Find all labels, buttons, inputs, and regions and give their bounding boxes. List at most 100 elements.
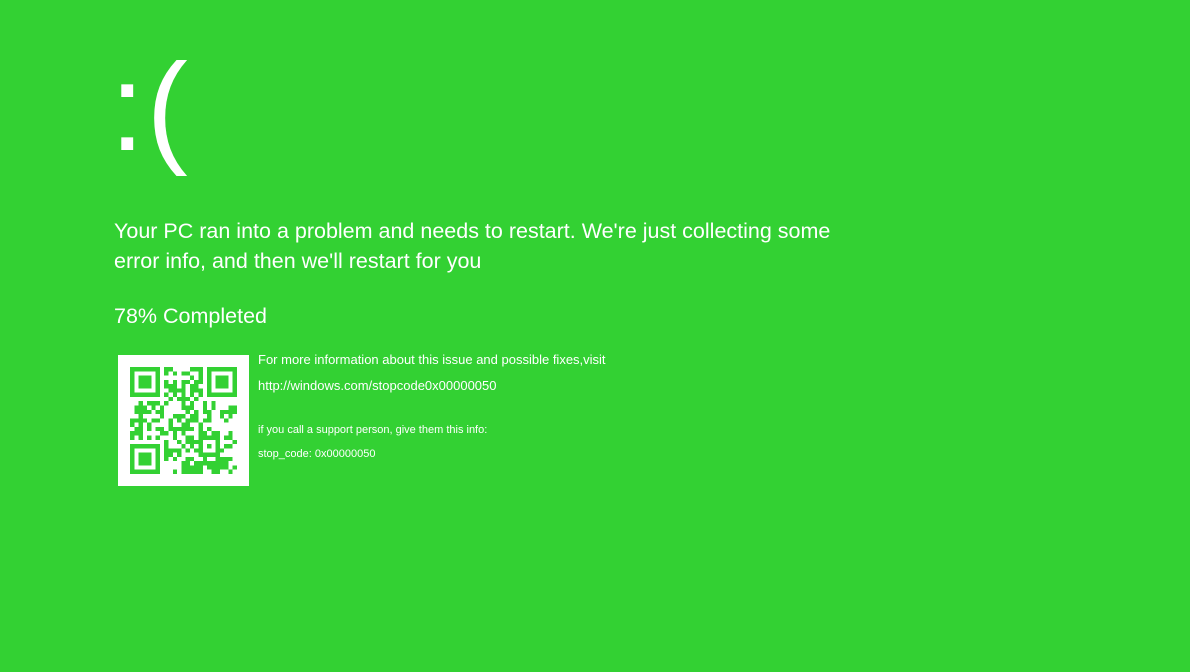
qr-module <box>151 401 156 406</box>
qr-module <box>164 444 169 449</box>
qr-module <box>232 371 237 376</box>
qr-module <box>130 456 135 462</box>
qr-module <box>177 396 182 402</box>
qr-module <box>151 444 156 449</box>
qr-module <box>172 435 178 440</box>
qr-module <box>181 379 186 385</box>
qr-module <box>138 418 143 423</box>
qr-module <box>138 384 143 389</box>
qr-module <box>155 456 160 462</box>
stop-code: stop_code: 0x00000050 <box>258 448 376 460</box>
qr-module <box>147 392 152 397</box>
qr-module <box>207 465 212 470</box>
qr-module <box>151 405 156 410</box>
qr-module <box>189 456 195 462</box>
qr-module <box>224 456 229 462</box>
qr-module <box>138 452 143 457</box>
qr-module <box>147 367 152 372</box>
qr-module <box>228 414 233 419</box>
qr-module <box>155 418 160 423</box>
qr-module <box>189 405 195 410</box>
qr-module <box>138 444 143 449</box>
qr-module <box>155 452 160 457</box>
qr-module <box>147 409 152 415</box>
qr-module <box>142 418 148 423</box>
qr-module <box>151 469 156 474</box>
qr-module <box>177 418 182 423</box>
qr-module <box>138 461 143 466</box>
support-text: if you call a support person, give them … <box>258 424 488 436</box>
more-info-text: For more information about this issue an… <box>258 352 606 367</box>
qr-module <box>207 414 212 419</box>
qr-module <box>142 392 148 397</box>
qr-module <box>142 469 148 474</box>
qr-module <box>155 465 160 470</box>
qr-module <box>198 435 203 440</box>
qr-module <box>155 461 160 466</box>
qr-module <box>211 469 216 474</box>
qr-module <box>198 452 203 457</box>
qr-module <box>189 465 195 470</box>
qr-module <box>202 456 208 462</box>
qr-module <box>172 448 178 453</box>
qr-module <box>194 379 199 385</box>
qr-module <box>224 392 229 397</box>
qr-module <box>181 396 186 402</box>
qr-module <box>211 461 216 466</box>
qr-module <box>189 388 195 393</box>
qr-module <box>228 392 233 397</box>
qr-module <box>194 439 199 445</box>
qr-module <box>215 392 220 397</box>
stopcode-url: http://windows.com/stopcode0x00000050 <box>258 378 497 393</box>
qr-module <box>207 426 212 432</box>
qr-module <box>181 388 186 393</box>
qr-module <box>232 465 237 470</box>
qr-module <box>185 422 190 427</box>
qr-module <box>215 452 220 457</box>
qr-module <box>224 465 229 470</box>
qr-module <box>232 409 237 415</box>
qr-module <box>177 452 182 457</box>
qr-module <box>185 448 190 453</box>
qr-module <box>232 388 237 393</box>
qr-module <box>147 469 152 474</box>
qr-module <box>224 367 229 372</box>
qr-module <box>202 461 208 466</box>
qr-module <box>168 388 173 393</box>
qr-module <box>194 418 199 423</box>
qr-module <box>155 388 160 393</box>
qr-module <box>185 426 190 432</box>
qr-module <box>181 431 186 436</box>
qr-module <box>147 444 152 449</box>
qr-module <box>130 465 135 470</box>
qr-module <box>159 409 165 415</box>
qr-module <box>198 461 203 466</box>
qr-module <box>164 371 169 376</box>
qr-module <box>130 444 135 449</box>
qr-module <box>185 409 190 415</box>
qr-module <box>142 405 148 410</box>
qr-module <box>232 405 237 410</box>
qr-module <box>130 375 135 380</box>
qr-module <box>232 384 237 389</box>
qr-module <box>172 426 178 432</box>
qr-module <box>215 461 220 466</box>
qr-module <box>164 456 169 462</box>
qr-module <box>215 444 220 449</box>
qr-module <box>219 465 225 470</box>
qr-module <box>219 461 225 466</box>
qr-module <box>130 431 135 436</box>
qr-module <box>228 409 233 415</box>
qr-module <box>155 379 160 385</box>
qr-module <box>219 384 225 389</box>
qr-module <box>147 452 152 457</box>
qr-module <box>181 461 186 466</box>
qr-module <box>172 456 178 462</box>
qr-module <box>134 431 139 436</box>
qr-module <box>168 452 173 457</box>
qr-module <box>219 367 225 372</box>
qr-module <box>134 409 139 415</box>
qr-module <box>168 418 173 423</box>
qr-module <box>177 388 182 393</box>
qr-module <box>219 414 225 419</box>
